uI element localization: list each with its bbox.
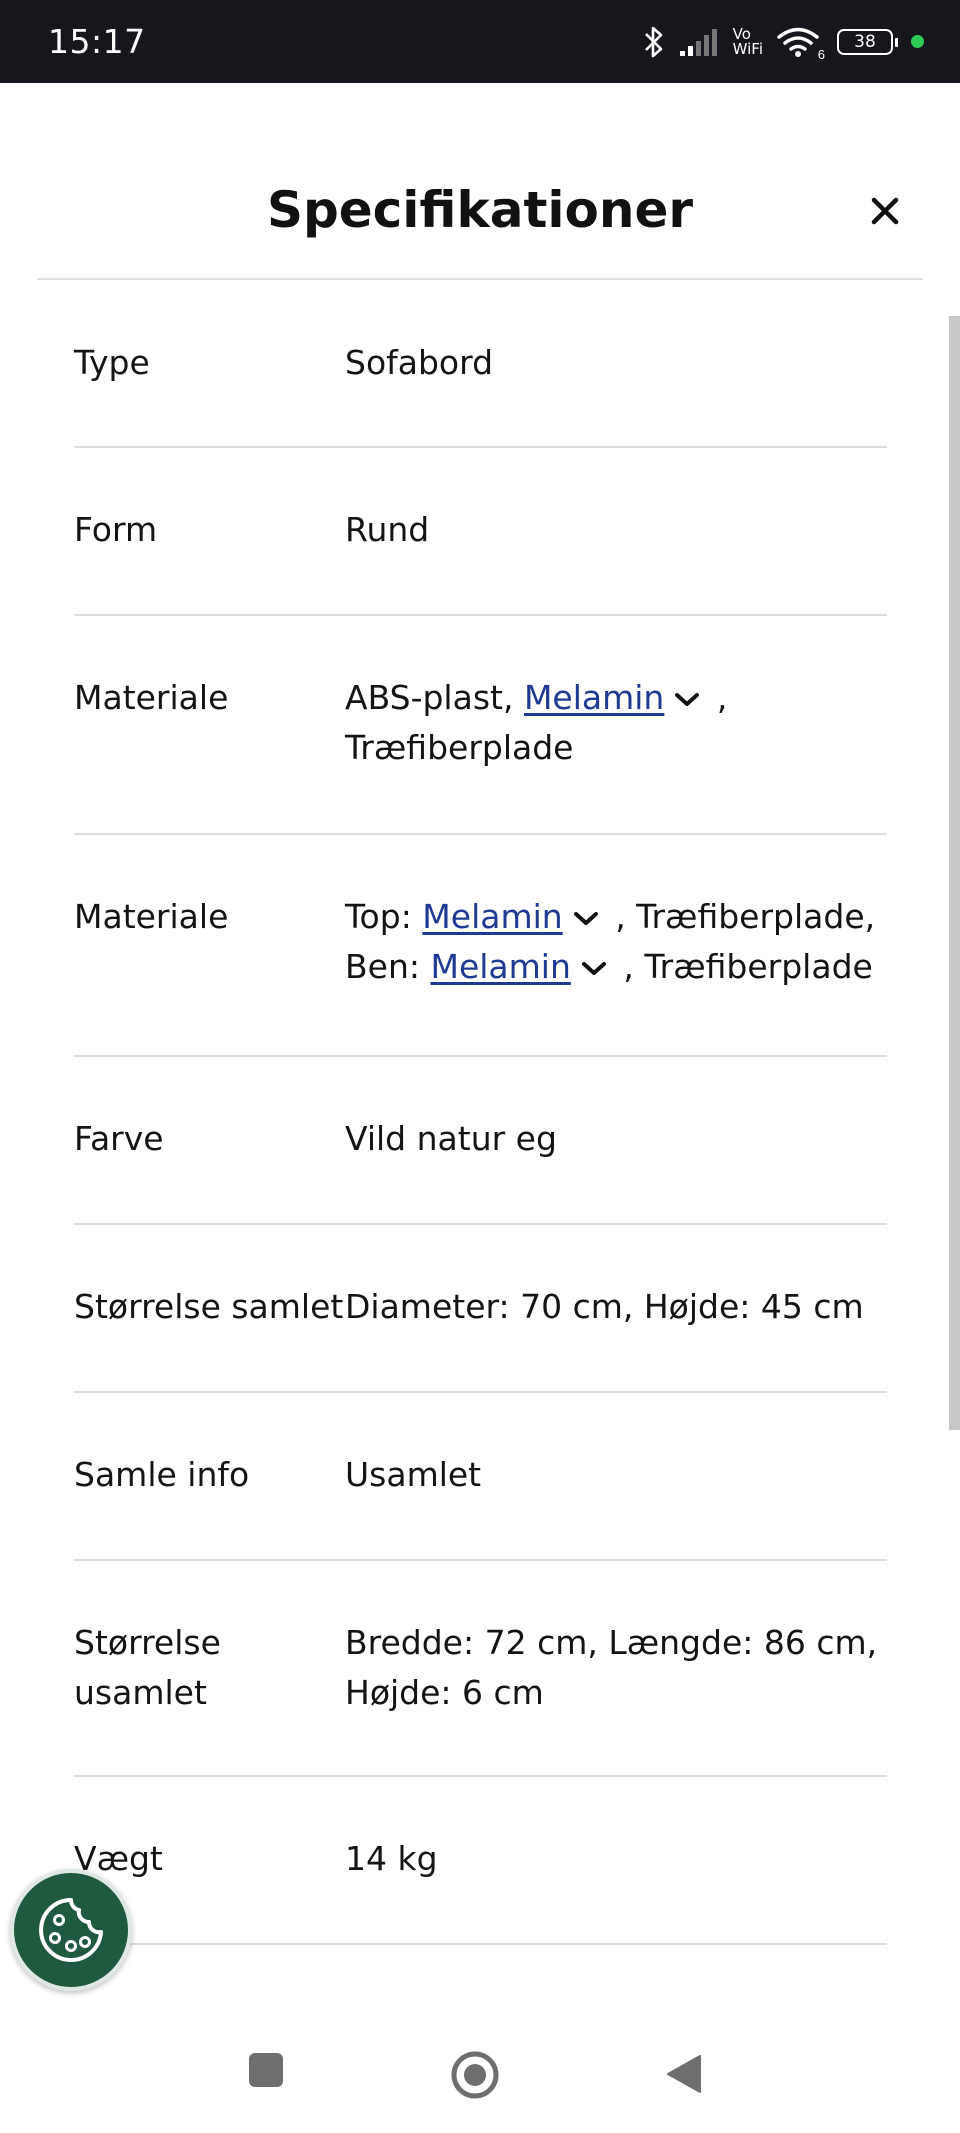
scrollbar[interactable] xyxy=(949,316,960,1430)
spec-row-farve: Farve Vild natur eg xyxy=(74,1057,887,1225)
back-triangle-icon[interactable] xyxy=(666,2054,702,2094)
melamin-link[interactable]: Melamin xyxy=(422,897,562,936)
value-text: , Træfiberplade, xyxy=(604,897,876,936)
spec-value: 14 kg xyxy=(345,1839,438,1878)
spec-value-line: Ben: Melamin , Træfiberplade xyxy=(345,942,905,992)
status-icons: Vo WiFi 6 38 xyxy=(643,25,924,62)
signal-icon xyxy=(679,28,717,56)
spec-value-line: Bredde: 72 cm, Længde: 86 cm, xyxy=(345,1623,878,1662)
spec-value: Rund xyxy=(345,510,430,549)
privacy-indicator-dot xyxy=(911,35,924,48)
cookie-settings-button[interactable] xyxy=(10,1869,132,1991)
spec-row-samle-info: Samle info Usamlet xyxy=(74,1393,887,1561)
value-text: Ben: xyxy=(345,947,431,986)
spec-value-line: ABS-plast, Melamin , xyxy=(345,673,887,723)
spec-label: Materiale xyxy=(74,678,229,717)
value-text: Top: xyxy=(345,897,423,936)
spec-list: Type Sofabord Form Rund Materiale ABS-pl… xyxy=(74,282,887,1945)
spec-value-line: Højde: 6 cm xyxy=(345,1673,544,1712)
spec-label: Type xyxy=(74,343,150,382)
spec-label: Samle info xyxy=(74,1455,250,1494)
recents-square-icon[interactable] xyxy=(248,2052,284,2088)
spec-label-line: usamlet xyxy=(74,1673,207,1712)
close-icon xyxy=(871,197,899,225)
spec-value: Usamlet xyxy=(345,1455,482,1494)
spec-value: Top: Melamin , Træfiberplade, Ben: Melam… xyxy=(345,892,905,992)
battery-level: 38 xyxy=(854,31,876,52)
page-title: Specifikationer xyxy=(266,181,694,239)
wifi-icon: 6 xyxy=(777,26,825,62)
spec-value: Bredde: 72 cm, Længde: 86 cm, Højde: 6 c… xyxy=(345,1618,887,1718)
spec-row-materiale-1: Materiale ABS-plast, Melamin , Træfiberp… xyxy=(74,616,887,835)
spec-row-form: Form Rund xyxy=(74,448,887,616)
value-text: ABS-plast, xyxy=(345,678,524,717)
melamin-link[interactable]: Melamin xyxy=(524,678,664,717)
vowifi-bottom-label: WiFi xyxy=(732,39,763,58)
value-text: , xyxy=(706,678,728,717)
chevron-down-icon[interactable] xyxy=(573,910,599,928)
spec-value: Sofabord xyxy=(345,343,494,382)
spec-row-materiale-2: Materiale Top: Melamin , Træfiberplade , … xyxy=(74,835,887,1057)
spec-row-stoerrelse-usamlet: Størrelse usamlet Bredde: 72 cm, Længde:… xyxy=(74,1561,887,1777)
spec-label: Farve xyxy=(74,1119,164,1158)
spec-label: Vægt xyxy=(74,1839,163,1878)
status-time: 15:17 xyxy=(48,22,146,61)
spec-value: Vild natur eg xyxy=(345,1119,557,1158)
battery-icon: 38 xyxy=(837,28,898,55)
sheet-header: Specifikationer xyxy=(37,83,923,280)
spec-label: Størrelse samlet xyxy=(74,1287,344,1326)
close-button[interactable] xyxy=(865,191,905,231)
spec-value: Diameter: 70 cm, Højde: 45 cm xyxy=(345,1287,864,1326)
spec-value: ABS-plast, Melamin , Træfiberplade xyxy=(345,673,887,773)
status-bar: 15:17 Vo WiFi 6 38 xyxy=(0,0,960,83)
spec-value-line: Top: Melamin , Træfiberplade, xyxy=(345,892,905,942)
cookie-icon xyxy=(39,1898,103,1962)
spec-row-stoerrelse-samlet: Størrelse samlet Diameter: 70 cm, Højde:… xyxy=(74,1225,887,1393)
spec-label: Materiale xyxy=(74,897,229,936)
vowifi-icon: Vo WiFi xyxy=(732,26,763,58)
spec-label: Form xyxy=(74,510,158,549)
spec-label-line: Størrelse xyxy=(74,1623,221,1662)
chevron-down-icon[interactable] xyxy=(674,691,700,709)
value-text: , Træfiberplade xyxy=(612,947,873,986)
melamin-link[interactable]: Melamin xyxy=(430,947,570,986)
home-circle-icon[interactable] xyxy=(450,2050,500,2100)
value-text: Træfiberplade xyxy=(345,728,574,767)
bluetooth-icon xyxy=(644,26,662,57)
spec-row-type: Type Sofabord xyxy=(74,282,887,448)
wifi-badge: 6 xyxy=(817,46,825,62)
nav-bar xyxy=(0,2010,960,2133)
chevron-down-icon[interactable] xyxy=(581,960,607,978)
spec-label: Størrelse usamlet xyxy=(74,1618,344,1718)
spec-row-vaegt: Vægt 14 kg xyxy=(74,1777,887,1945)
